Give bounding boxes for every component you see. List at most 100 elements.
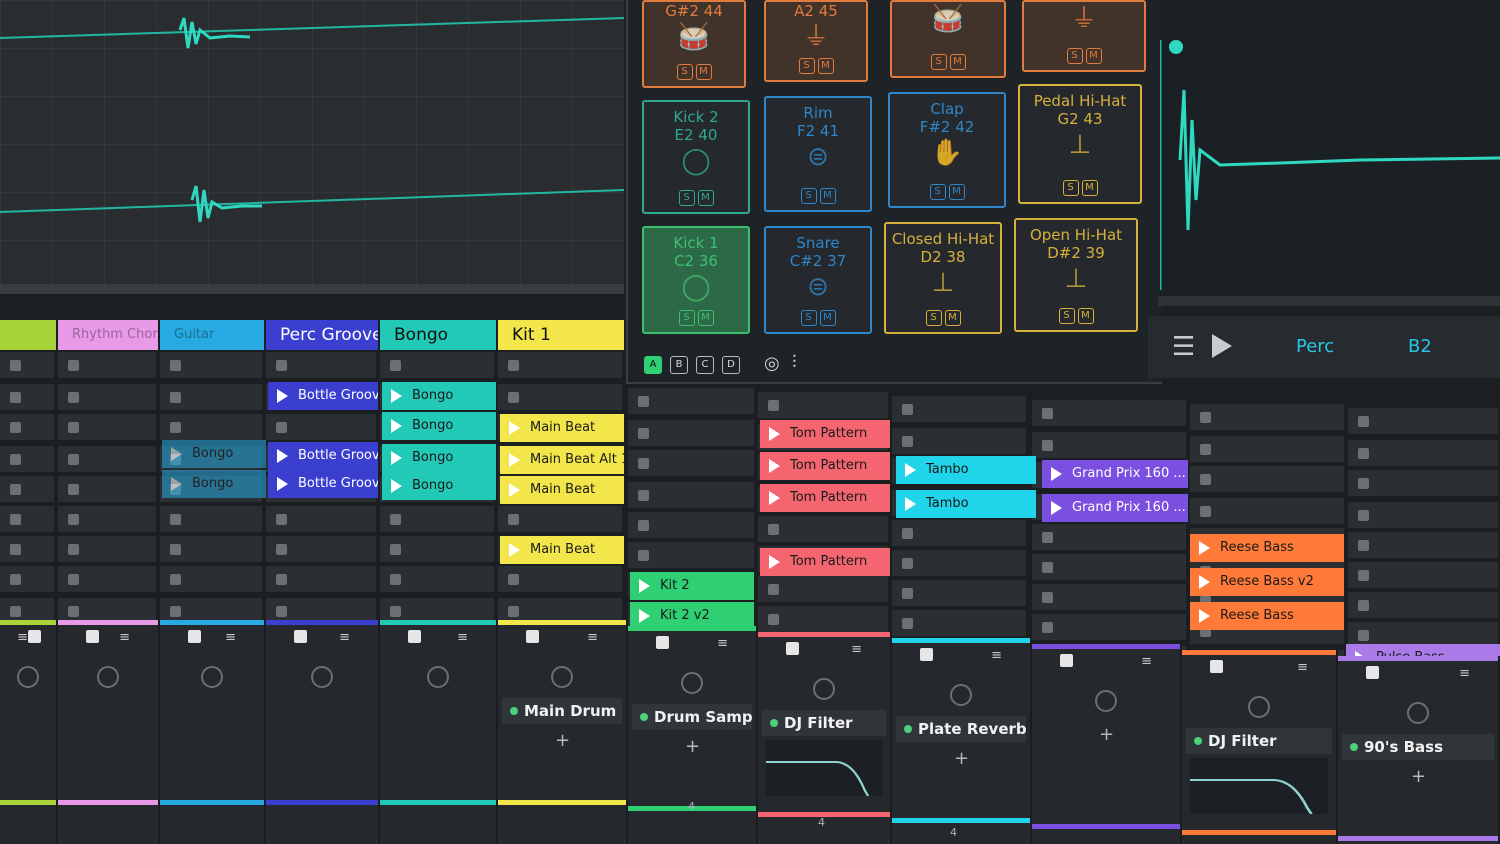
solo-button[interactable]: S bbox=[925, 310, 942, 326]
mute-button[interactable]: M bbox=[697, 310, 714, 326]
clip-slot[interactable] bbox=[266, 414, 376, 442]
mixer-sliders-icon[interactable]: ⫶ bbox=[792, 352, 797, 373]
arrangement-scrollbar[interactable] bbox=[0, 284, 624, 294]
clip-slot[interactable] bbox=[0, 446, 54, 474]
mute-button[interactable]: M bbox=[819, 188, 836, 204]
device-slot[interactable]: 90's Bass bbox=[1342, 734, 1494, 760]
clip-slot[interactable] bbox=[628, 388, 754, 416]
clip-slot[interactable] bbox=[892, 396, 1026, 424]
track-header[interactable] bbox=[0, 320, 56, 350]
bank-b-button[interactable]: B bbox=[670, 356, 688, 374]
record-arm-icon[interactable]: ≡ bbox=[1459, 666, 1470, 681]
clip-slot[interactable] bbox=[628, 450, 754, 478]
solo-button[interactable]: S bbox=[1058, 308, 1075, 324]
play-icon[interactable] bbox=[509, 543, 520, 557]
clip-slot[interactable] bbox=[0, 536, 54, 564]
clip-slot[interactable] bbox=[266, 506, 376, 534]
clip-slot[interactable] bbox=[0, 476, 54, 504]
play-icon[interactable] bbox=[277, 389, 288, 403]
clip[interactable]: Reese Bass bbox=[1190, 602, 1344, 630]
bank-a-button[interactable]: A bbox=[644, 356, 662, 374]
play-icon[interactable] bbox=[171, 447, 182, 461]
bank-d-button[interactable]: D bbox=[722, 356, 740, 374]
drum-pad[interactable]: G#2 44 🥁 S M bbox=[642, 0, 746, 88]
clip[interactable]: Bongo bbox=[162, 440, 266, 468]
clip-slot[interactable] bbox=[628, 482, 754, 510]
pan-knob[interactable] bbox=[97, 666, 119, 688]
clip-slot[interactable] bbox=[380, 352, 494, 380]
menu-icon[interactable]: ☰ bbox=[1172, 332, 1195, 362]
clip-slot[interactable] bbox=[892, 610, 1026, 638]
pan-knob[interactable] bbox=[681, 672, 703, 694]
play-icon[interactable] bbox=[391, 451, 402, 465]
clip-slot[interactable] bbox=[1348, 502, 1498, 530]
track-header[interactable]: Kit 1 bbox=[498, 320, 624, 350]
play-icon[interactable] bbox=[509, 453, 520, 467]
add-device-icon[interactable]: + bbox=[1411, 766, 1426, 787]
clip[interactable]: Bottle Groove bbox=[268, 382, 378, 410]
solo-button[interactable]: S bbox=[678, 190, 695, 206]
pan-knob[interactable] bbox=[17, 666, 39, 688]
pan-knob[interactable] bbox=[311, 666, 333, 688]
clip-slot[interactable] bbox=[758, 516, 888, 544]
solo-button[interactable]: S bbox=[798, 58, 815, 74]
drum-pad[interactable]: Rim F2 41 ⊜ S M bbox=[764, 96, 872, 212]
clip-slot[interactable] bbox=[1032, 614, 1186, 642]
clip-slot[interactable] bbox=[1348, 470, 1498, 498]
clip-slot[interactable] bbox=[58, 352, 156, 380]
drum-pad[interactable]: ⏚ S M bbox=[1022, 0, 1146, 72]
clip-slot[interactable] bbox=[160, 352, 262, 380]
play-icon[interactable] bbox=[1212, 334, 1232, 358]
clip[interactable]: Kit 2 bbox=[630, 572, 754, 600]
pan-knob[interactable] bbox=[201, 666, 223, 688]
clip-slot[interactable] bbox=[498, 352, 622, 380]
clip[interactable]: Bongo bbox=[382, 472, 496, 500]
track-header[interactable]: Guitar bbox=[160, 320, 264, 350]
stop-square-icon[interactable] bbox=[1060, 654, 1073, 667]
drum-pad[interactable]: Open Hi-Hat D#2 39 ⊥ S M bbox=[1014, 218, 1138, 332]
add-device-icon[interactable]: + bbox=[555, 730, 570, 751]
clip[interactable]: Bongo bbox=[162, 470, 266, 498]
add-device-icon[interactable]: + bbox=[685, 736, 700, 757]
clip-slot[interactable] bbox=[892, 550, 1026, 578]
pan-knob[interactable] bbox=[1095, 690, 1117, 712]
clip-slot[interactable] bbox=[160, 566, 262, 594]
solo-button[interactable]: S bbox=[678, 310, 695, 326]
clip-slot[interactable] bbox=[1032, 524, 1186, 552]
clip-slot[interactable] bbox=[1348, 408, 1498, 436]
clip-slot[interactable] bbox=[380, 566, 494, 594]
clip-slot[interactable] bbox=[266, 566, 376, 594]
drum-pad[interactable]: Closed Hi-Hat D2 38 ⊥ S M bbox=[884, 222, 1002, 334]
stop-square-icon[interactable] bbox=[920, 648, 933, 661]
pan-knob[interactable] bbox=[551, 666, 573, 688]
play-icon[interactable] bbox=[1199, 575, 1210, 589]
clip-slot[interactable] bbox=[1348, 440, 1498, 468]
solo-button[interactable]: S bbox=[1066, 48, 1083, 64]
clip-slot[interactable] bbox=[1032, 400, 1186, 428]
clip-slot[interactable] bbox=[266, 352, 376, 380]
drum-pad[interactable]: 🥁 S M bbox=[890, 0, 1006, 78]
solo-button[interactable]: S bbox=[1062, 180, 1079, 196]
clip[interactable]: Tom Pattern bbox=[760, 548, 890, 576]
clip[interactable]: Bongo bbox=[382, 412, 496, 440]
clip-slot[interactable] bbox=[1032, 584, 1186, 612]
add-device-icon[interactable]: + bbox=[954, 748, 969, 769]
record-arm-icon[interactable]: ≡ bbox=[1141, 654, 1152, 669]
clip-slot[interactable] bbox=[58, 506, 156, 534]
play-icon[interactable] bbox=[769, 491, 780, 505]
clip[interactable]: Bottle Groove bbox=[268, 442, 378, 470]
clip-slot[interactable] bbox=[0, 506, 54, 534]
clip-slot[interactable] bbox=[58, 446, 156, 474]
device-slot[interactable]: DJ Filter bbox=[1186, 728, 1332, 754]
clip-slot[interactable] bbox=[160, 506, 262, 534]
clip-slot[interactable] bbox=[1032, 432, 1186, 460]
play-icon[interactable] bbox=[391, 479, 402, 493]
clip-slot[interactable] bbox=[58, 536, 156, 564]
clip[interactable]: Tom Pattern bbox=[760, 420, 890, 448]
mute-button[interactable]: M bbox=[948, 184, 965, 200]
record-arm-icon[interactable]: ≡ bbox=[717, 636, 728, 651]
stop-square-icon[interactable] bbox=[28, 630, 41, 643]
play-icon[interactable] bbox=[1051, 501, 1062, 515]
pan-knob[interactable] bbox=[1248, 696, 1270, 718]
clip-slot[interactable] bbox=[758, 576, 888, 604]
